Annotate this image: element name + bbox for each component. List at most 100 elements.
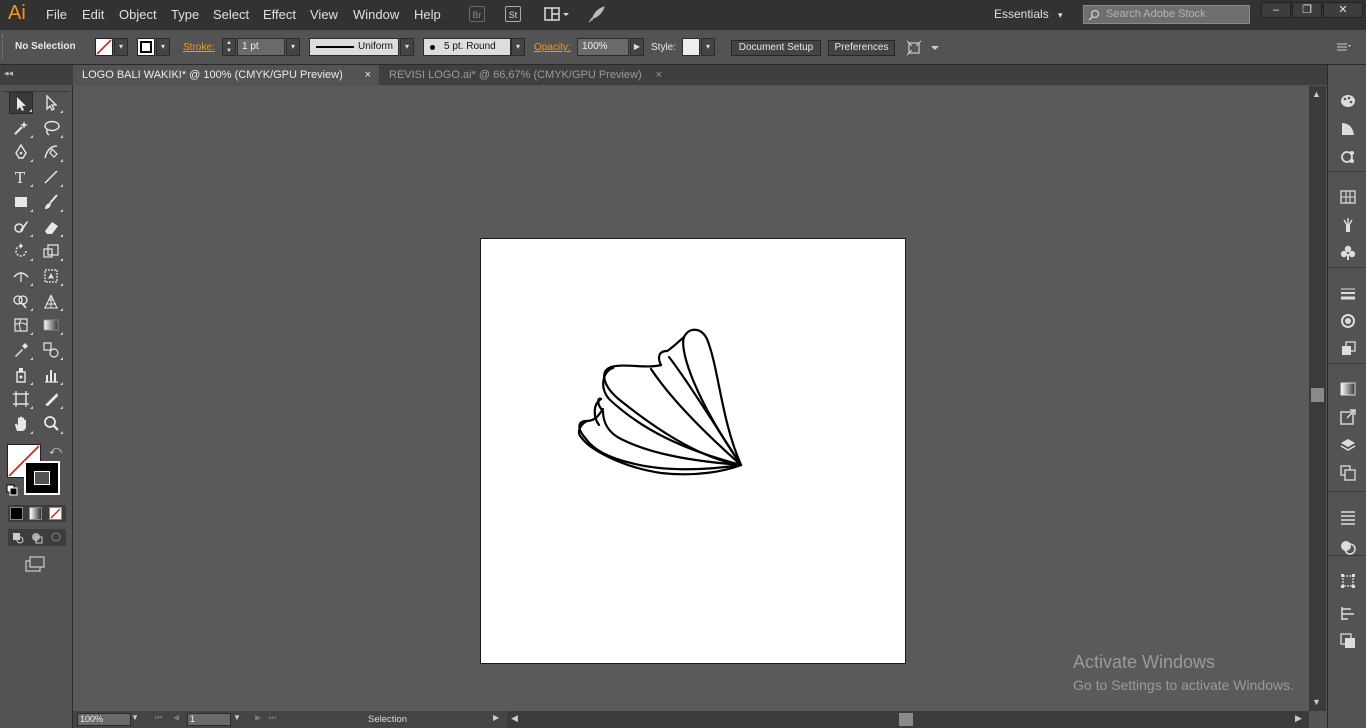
close-tab-icon[interactable]: × bbox=[656, 65, 662, 85]
menu-object[interactable]: Object bbox=[119, 7, 157, 22]
panel-menu-button[interactable] bbox=[1335, 41, 1351, 53]
stroke-swatch[interactable] bbox=[137, 38, 155, 56]
last-artboard-icon[interactable]: ⏭ bbox=[269, 713, 276, 723]
scale-tool-button[interactable] bbox=[39, 240, 63, 262]
scroll-down-icon[interactable]: ▼ bbox=[1312, 697, 1321, 707]
zoom-tool-button[interactable] bbox=[39, 413, 63, 435]
line-segment-tool-button[interactable] bbox=[39, 166, 63, 188]
free-transform-tool-button[interactable] bbox=[39, 265, 63, 287]
width-tool-button[interactable] bbox=[9, 265, 33, 287]
menu-help[interactable]: Help bbox=[414, 7, 441, 22]
bridge-button[interactable]: Br bbox=[469, 6, 485, 22]
menu-file[interactable]: File bbox=[46, 7, 67, 22]
style-dropdown[interactable]: ▾ bbox=[701, 38, 715, 56]
slice-tool-button[interactable] bbox=[39, 388, 63, 410]
gpu-performance-button[interactable] bbox=[586, 5, 606, 25]
fill-swatch[interactable] bbox=[95, 38, 113, 56]
canvas-area[interactable]: Activate Windows Go to Settings to activ… bbox=[73, 86, 1309, 711]
arrange-documents-button[interactable] bbox=[544, 6, 572, 23]
export-panel-button[interactable] bbox=[1328, 405, 1366, 429]
symbol-sprayer-tool-button[interactable] bbox=[9, 364, 33, 386]
graphic-styles-panel-button[interactable] bbox=[1328, 337, 1366, 361]
menu-effect[interactable]: Effect bbox=[263, 7, 296, 22]
magic-wand-tool-button[interactable] bbox=[9, 117, 33, 139]
vertical-scrollbar[interactable]: ▲ ▼ bbox=[1309, 86, 1326, 711]
close-button[interactable]: ✕ bbox=[1323, 2, 1363, 18]
perspective-grid-tool-button[interactable] bbox=[39, 290, 63, 312]
menu-view[interactable]: View bbox=[310, 7, 338, 22]
eyedropper-tool-button[interactable] bbox=[9, 339, 33, 361]
pathfinder-panel-button[interactable] bbox=[1328, 535, 1366, 559]
color-guide-panel-button[interactable] bbox=[1328, 117, 1366, 141]
opacity-label[interactable]: Opacity: bbox=[534, 42, 571, 53]
variable-width-profile[interactable]: Uniform bbox=[309, 38, 399, 56]
stroke-label[interactable]: Stroke: bbox=[183, 42, 215, 53]
stock-button[interactable]: St bbox=[505, 6, 521, 22]
close-tab-icon[interactable]: × bbox=[365, 65, 371, 85]
draw-behind-icon[interactable] bbox=[30, 531, 44, 544]
type-tool-button[interactable]: T bbox=[9, 166, 33, 188]
previous-artboard-icon[interactable]: ◀ bbox=[173, 713, 179, 722]
gradient-tool-button[interactable] bbox=[39, 314, 63, 336]
curvature-tool-button[interactable] bbox=[39, 141, 63, 163]
mesh-tool-button[interactable] bbox=[9, 314, 33, 336]
paintbrush-tool-button[interactable] bbox=[39, 191, 63, 213]
horizontal-scrollbar[interactable]: ◀ ▶ bbox=[507, 711, 1309, 728]
gradient-mode-icon[interactable] bbox=[29, 507, 42, 520]
zoom-field[interactable]: 100% bbox=[77, 713, 131, 726]
arrange-options-button[interactable] bbox=[906, 40, 940, 56]
artboard-number-field[interactable]: 1 bbox=[187, 713, 231, 726]
menu-select[interactable]: Select bbox=[213, 7, 249, 22]
tab-revisi-logo[interactable]: REVISI LOGO.ai* @ 66,67% (CMYK/GPU Previ… bbox=[380, 65, 670, 85]
status-menu-icon[interactable]: ▶ bbox=[493, 713, 499, 722]
brushes-panel-button[interactable] bbox=[1328, 213, 1366, 237]
scroll-up-icon[interactable]: ▲ bbox=[1312, 89, 1321, 99]
menu-window[interactable]: Window bbox=[353, 7, 399, 22]
column-graph-tool-button[interactable] bbox=[39, 364, 63, 386]
swap-fill-stroke-icon[interactable]: ⤺ bbox=[49, 443, 62, 458]
selection-tool-button[interactable] bbox=[9, 92, 33, 114]
color-themes-panel-button[interactable] bbox=[1328, 145, 1366, 169]
rectangle-tool-button[interactable] bbox=[9, 191, 33, 213]
zoom-dropdown-icon[interactable]: ▼ bbox=[131, 713, 139, 722]
shell-drawing[interactable] bbox=[481, 239, 905, 663]
preferences-button[interactable]: Preferences bbox=[828, 40, 895, 56]
opacity-field[interactable]: 100% bbox=[577, 38, 629, 56]
search-stock-input[interactable]: Search Adobe Stock bbox=[1083, 5, 1250, 24]
pen-tool-button[interactable] bbox=[9, 141, 33, 163]
appearance-panel-button[interactable] bbox=[1328, 309, 1366, 333]
opacity-slider-button[interactable]: ▶ bbox=[630, 38, 644, 56]
restore-button[interactable]: ❐ bbox=[1292, 2, 1322, 18]
artboard[interactable] bbox=[480, 238, 906, 664]
menu-edit[interactable]: Edit bbox=[82, 7, 104, 22]
horizontal-scroll-thumb[interactable] bbox=[899, 713, 913, 726]
properties-panel-button[interactable] bbox=[1328, 601, 1366, 625]
scroll-right-icon[interactable]: ▶ bbox=[1295, 713, 1302, 724]
artboard-tool-button[interactable] bbox=[9, 388, 33, 410]
hand-tool-button[interactable] bbox=[9, 413, 33, 435]
swatches-panel-button[interactable] bbox=[1328, 185, 1366, 209]
collapse-toolbar-icon[interactable]: ◂◂ bbox=[4, 68, 13, 79]
brush-definition[interactable]: 5 pt. Round bbox=[423, 38, 511, 56]
default-colors-icon[interactable] bbox=[6, 484, 18, 496]
stroke-weight-dropdown[interactable]: ▾ bbox=[286, 38, 300, 56]
artboards-panel-button[interactable] bbox=[1328, 461, 1366, 485]
symbols-panel-button[interactable] bbox=[1328, 241, 1366, 265]
blend-tool-button[interactable] bbox=[39, 339, 63, 361]
stroke-panel-button[interactable] bbox=[1328, 281, 1366, 305]
fill-dropdown[interactable]: ▾ bbox=[114, 38, 128, 56]
shaper-tool-button[interactable] bbox=[9, 216, 33, 238]
change-screen-mode-icon[interactable] bbox=[24, 556, 46, 572]
lasso-tool-button[interactable] bbox=[39, 117, 63, 139]
workspace-switcher[interactable]: Essentials ▾ bbox=[994, 7, 1063, 21]
gradient-panel-button[interactable] bbox=[1328, 377, 1366, 401]
transform-panel-button[interactable] bbox=[1328, 569, 1366, 593]
document-setup-button[interactable]: Document Setup bbox=[731, 40, 821, 56]
align-panel-button[interactable] bbox=[1328, 505, 1366, 529]
minimize-button[interactable]: – bbox=[1261, 2, 1291, 18]
graphic-style-swatch[interactable] bbox=[682, 38, 700, 56]
stroke-weight-stepper[interactable]: ▲ ▼ bbox=[222, 38, 236, 56]
menu-type[interactable]: Type bbox=[171, 7, 199, 22]
vertical-scroll-thumb[interactable] bbox=[1311, 388, 1324, 402]
stroke-dropdown[interactable]: ▾ bbox=[156, 38, 170, 56]
